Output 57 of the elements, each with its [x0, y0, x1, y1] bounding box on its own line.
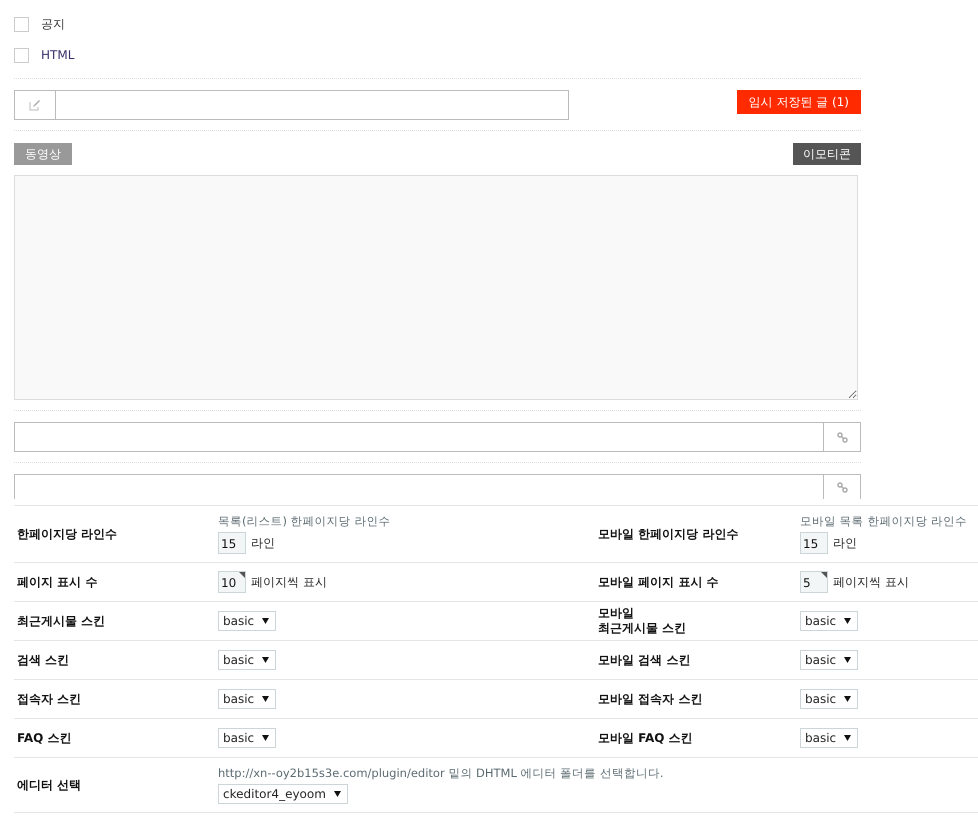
- help-text: 모바일 목록 한페이지당 라인수: [800, 514, 968, 529]
- subject-field[interactable]: [14, 90, 569, 120]
- link-field[interactable]: [14, 474, 861, 499]
- setting-label: 접속자 스킨: [17, 692, 82, 706]
- setting-label: 한페이지당 라인수: [17, 526, 118, 542]
- select-dropdown[interactable]: ckeditor4_eyoom: [218, 784, 348, 804]
- help-text: http://xn--oy2b15s3e.com/plugin/editor 밑의 DHTML 에디터 폴더를 선택합니다.: [218, 766, 664, 781]
- setting-label: 페이지 표시 수: [17, 574, 98, 590]
- setting-label: 모바일 페이지 표시 수: [598, 574, 719, 590]
- select-dropdown[interactable]: basic: [218, 689, 276, 709]
- dropdown-arrow-icon: [844, 618, 852, 624]
- unit-label: 라인: [251, 534, 275, 552]
- checkbox-label: 공지: [41, 16, 65, 32]
- setting-label: 모바일 검색 스킨: [598, 652, 690, 668]
- pencil-icon: [29, 100, 41, 110]
- unit-label: 페이지씩 표시: [833, 574, 909, 590]
- select-dropdown[interactable]: basic: [800, 650, 858, 670]
- select-dropdown[interactable]: basic: [218, 611, 276, 631]
- select-dropdown[interactable]: basic: [218, 650, 276, 670]
- number-field[interactable]: 15: [218, 532, 246, 554]
- select-dropdown[interactable]: basic: [800, 611, 858, 631]
- help-text: 목록(리스트) 한페이지당 라인수: [218, 514, 392, 529]
- link-field[interactable]: [14, 422, 861, 452]
- dropdown-arrow-icon: [334, 791, 341, 797]
- dropdown-arrow-icon: [262, 657, 270, 663]
- select-dropdown[interactable]: basic: [800, 728, 858, 748]
- setting-label: 최근게시물 스킨: [17, 614, 106, 628]
- setting-label: 모바일 접속자 스킨: [598, 692, 702, 706]
- number-field[interactable]: 15: [800, 532, 828, 554]
- dropdown-arrow-icon: [262, 696, 270, 702]
- dropdown-arrow-icon: [844, 696, 852, 702]
- setting-label: 모바일 최근게시물 스킨: [598, 606, 686, 636]
- setting-label: 검색 스킨: [17, 652, 70, 668]
- unit-label: 라인: [833, 534, 857, 552]
- setting-label: 모바일 한페이지당 라인수: [598, 526, 738, 542]
- corner-mark-icon: [821, 572, 827, 578]
- select-dropdown[interactable]: basic: [800, 689, 858, 709]
- setting-label: FAQ 스킨: [17, 730, 72, 746]
- unit-label: 페이지씩 표시: [251, 574, 327, 590]
- content-textarea[interactable]: [14, 175, 858, 400]
- select-dropdown[interactable]: basic: [218, 728, 276, 748]
- emoticon-button[interactable]: 이모티콘: [793, 143, 861, 165]
- temp-saved-button[interactable]: 임시 저장된 글 (1): [736, 90, 861, 114]
- checkbox[interactable]: [14, 16, 29, 32]
- checkbox[interactable]: [14, 48, 29, 62]
- dropdown-arrow-icon: [262, 618, 270, 624]
- dropdown-arrow-icon: [844, 735, 852, 741]
- chain-link-icon: [836, 432, 848, 442]
- checkbox-label: HTML: [41, 48, 74, 62]
- setting-label: 에디터 선택: [17, 778, 82, 792]
- dropdown-arrow-icon: [844, 657, 852, 663]
- number-field[interactable]: 10: [218, 571, 246, 593]
- number-field[interactable]: 5: [800, 571, 828, 593]
- setting-label: 모바일 FAQ 스킨: [598, 730, 693, 746]
- dropdown-arrow-icon: [262, 735, 270, 741]
- chain-link-icon: [836, 482, 848, 492]
- corner-mark-icon: [239, 572, 245, 578]
